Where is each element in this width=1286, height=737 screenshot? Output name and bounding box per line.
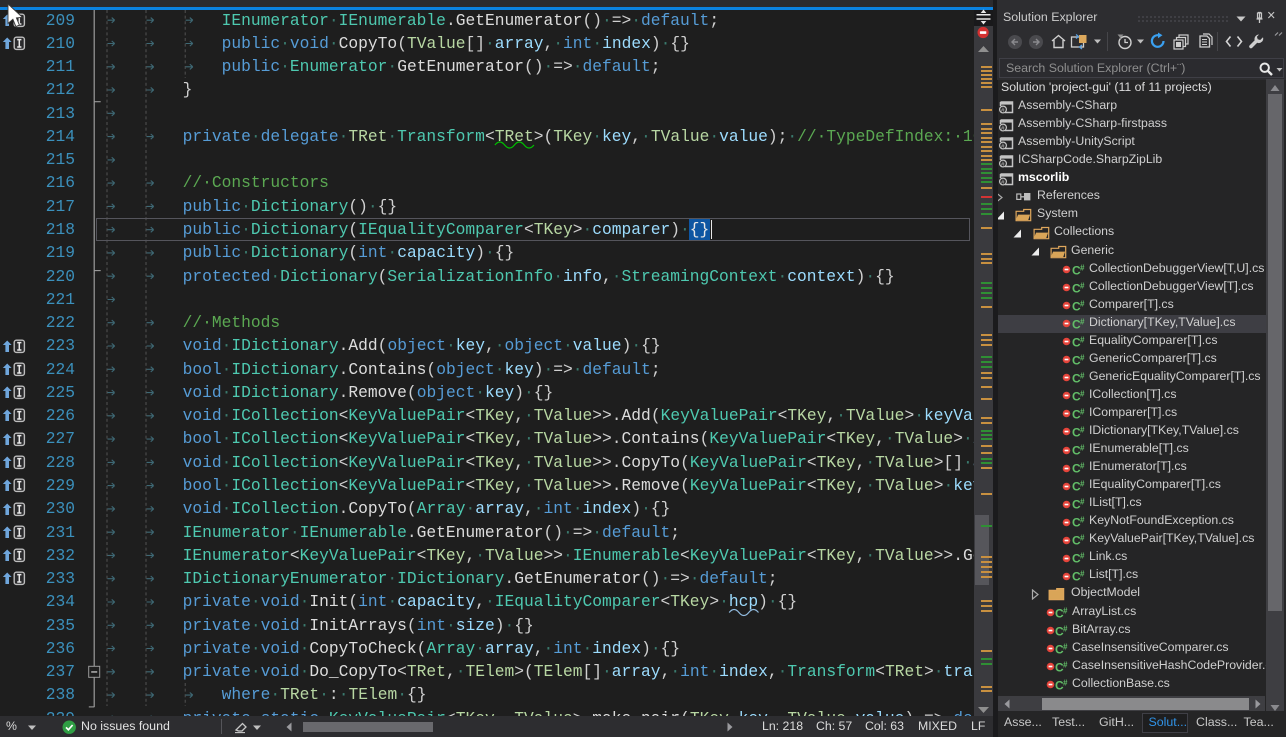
svg-text:#: #	[1001, 125, 1005, 132]
svg-text:#: #	[1080, 371, 1085, 380]
svg-text:#: #	[1080, 263, 1085, 272]
svg-text:#: #	[1080, 552, 1085, 561]
svg-text:#: #	[1080, 462, 1085, 471]
svg-text:#: #	[1001, 107, 1005, 114]
svg-text:#: #	[1080, 534, 1085, 543]
svg-text:#: #	[1080, 407, 1085, 416]
svg-text:#: #	[1080, 498, 1085, 507]
svg-text:#: #	[1063, 660, 1068, 669]
svg-text:#: #	[1080, 353, 1085, 362]
svg-text:#: #	[1080, 389, 1085, 398]
svg-text:#: #	[1063, 624, 1068, 633]
svg-text:#: #	[1080, 281, 1085, 290]
svg-text:#: #	[1080, 570, 1085, 579]
svg-text:#: #	[1080, 299, 1085, 308]
svg-text:#: #	[1001, 179, 1005, 186]
svg-text:#: #	[1063, 606, 1068, 615]
svg-text:#: #	[1001, 143, 1005, 150]
svg-text:#: #	[1063, 642, 1068, 651]
svg-text:#: #	[1080, 425, 1085, 434]
svg-text:#: #	[1080, 516, 1085, 525]
svg-text:#: #	[1080, 444, 1085, 453]
svg-text:#: #	[1063, 678, 1068, 687]
svg-text:#: #	[1080, 480, 1085, 489]
svg-text:#: #	[1001, 161, 1005, 168]
svg-text:#: #	[1080, 335, 1085, 344]
svg-text:#: #	[1080, 317, 1085, 326]
